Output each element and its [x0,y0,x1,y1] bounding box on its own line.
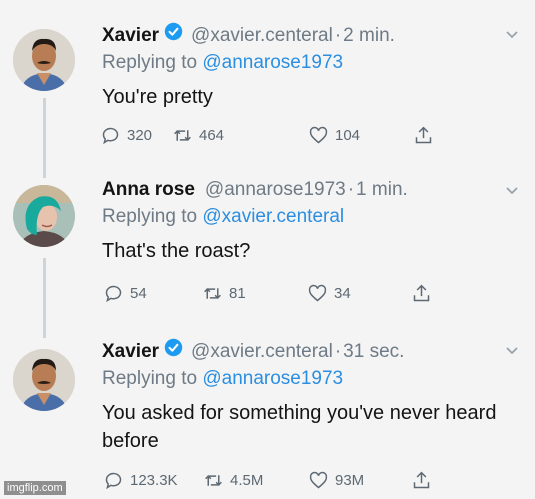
mention-link[interactable]: @annarose1973 [202,52,343,73]
reply-count: 54 [130,285,147,302]
tweet[interactable]: Anna rose @annarose1973 · 1 min. Replyin… [0,165,535,330]
replying-to: Replying to @annarose1973 [102,51,495,75]
share-icon [413,471,430,489]
chevron-down-icon[interactable] [505,186,519,196]
chevron-down-icon[interactable] [505,346,519,356]
separator: · [334,25,342,46]
tweet-actions: 54 81 34 [100,283,440,307]
display-name[interactable]: Anna rose [102,178,195,202]
tweet-actions: 320 464 104 [100,125,440,149]
avatar[interactable] [13,185,75,247]
watermark: imgflip.com [4,481,66,495]
user-handle[interactable]: @xavier.centeral [191,24,333,48]
display-name[interactable]: Xavier [102,24,159,48]
tweet[interactable]: Xavier @xavier.centeral · 2 min. Replyin… [0,0,535,165]
verified-badge-icon [164,338,183,357]
mention-link[interactable]: @annarose1973 [202,368,343,389]
timestamp[interactable]: 2 min. [343,24,395,48]
verified-badge-icon [164,22,183,41]
separator: · [347,179,355,200]
retweet-count: 81 [229,285,246,302]
reply-button[interactable]: 123.3K [103,470,178,491]
share-icon [415,126,432,144]
retweet-icon [174,130,191,141]
user-handle[interactable]: @xavier.centeral [191,340,333,364]
like-button[interactable]: 104 [308,125,360,146]
like-icon [309,471,328,489]
replying-label: Replying to [102,52,203,73]
like-icon [308,284,327,302]
reply-icon [105,285,122,303]
avatar[interactable] [13,29,75,91]
share-button[interactable] [413,125,440,146]
share-button[interactable] [411,283,438,304]
user-handle[interactable]: @annarose1973 [205,178,346,202]
retweet-button[interactable]: 4.5M [203,470,263,491]
tweet[interactable]: Xavier @xavier.centeral · 31 sec. Replyi… [0,330,535,499]
tweet-actions: 123.3K 4.5M 93M [100,470,440,494]
reply-icon [102,127,119,145]
chevron-down-icon[interactable] [505,30,519,40]
retweet-button[interactable]: 464 [172,125,224,146]
reply-button[interactable]: 54 [103,283,147,304]
reply-icon [105,472,122,490]
like-icon [309,126,328,144]
tweet-header: Anna rose @annarose1973 · 1 min. [102,178,495,202]
timestamp[interactable]: 31 sec. [343,340,404,364]
like-count: 93M [335,472,365,489]
share-button[interactable] [411,470,438,491]
retweet-count: 464 [199,127,225,144]
tweet-header: Xavier @xavier.centeral · 2 min. [102,22,495,48]
retweet-count: 4.5M [230,472,264,489]
reply-count: 123.3K [130,472,178,489]
mention-link[interactable]: @xavier.centeral [202,206,344,227]
share-icon [413,284,430,302]
reply-button[interactable]: 320 [100,125,152,146]
replying-label: Replying to [102,206,203,227]
like-button[interactable]: 93M [308,470,364,491]
separator: · [334,341,342,362]
retweet-button[interactable]: 81 [202,283,246,304]
timestamp[interactable]: 1 min. [356,178,408,202]
replying-label: Replying to [102,368,203,389]
like-button[interactable]: 34 [307,283,351,304]
display-name[interactable]: Xavier [102,340,159,364]
tweet-header: Xavier @xavier.centeral · 31 sec. [102,338,495,364]
like-count: 104 [335,127,361,144]
avatar[interactable] [13,349,75,411]
replying-to: Replying to @annarose1973 [102,367,495,391]
tweet-text: You're pretty [102,86,213,108]
tweet-text: That's the roast? [102,240,251,262]
like-count: 34 [334,285,351,302]
retweet-icon [204,288,221,299]
retweet-icon [205,475,222,486]
reply-count: 320 [127,127,153,144]
tweet-thread: Xavier @xavier.centeral · 2 min. Replyin… [0,0,535,499]
replying-to: Replying to @xavier.centeral [102,205,495,229]
tweet-text: You asked for something you've never hea… [102,402,497,452]
